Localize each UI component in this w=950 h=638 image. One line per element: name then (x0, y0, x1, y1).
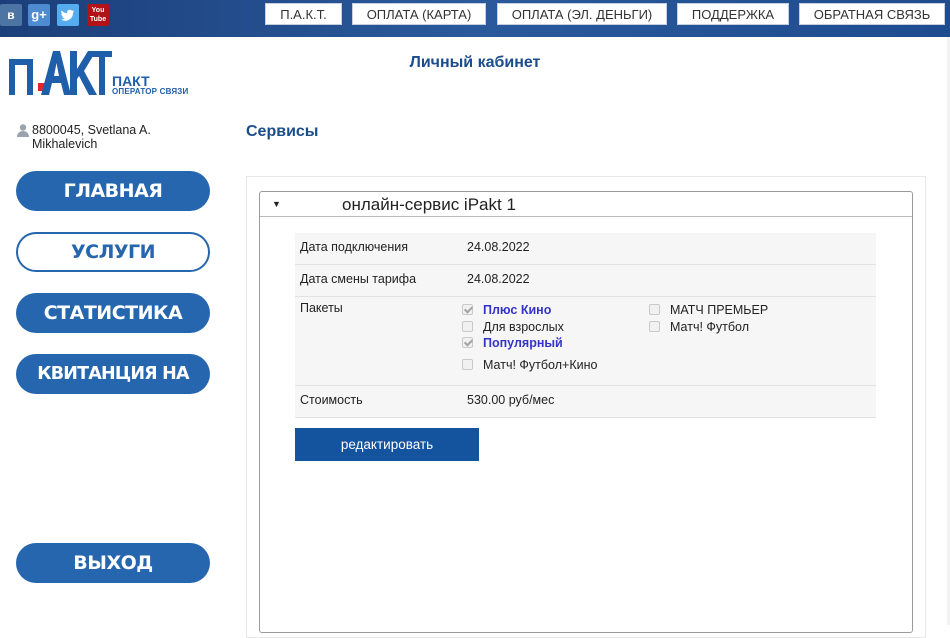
package-item[interactable]: Для взрослых (462, 320, 564, 334)
package-label: Плюс Кино (483, 303, 552, 317)
user-info: 8800045, Svetlana A. Mikhalevich (16, 123, 216, 151)
table-row: Дата подключения 24.08.2022 (295, 233, 876, 265)
user-icon (16, 123, 30, 137)
cost-label: Стоимость (295, 385, 467, 418)
services-title: Сервисы (246, 123, 319, 140)
packages-label: Пакеты (295, 296, 467, 386)
tariff-date-value: 24.08.2022 (467, 264, 876, 297)
top-bar: в g+ You Tube П.А.К.Т. ОПЛАТА (КАРТА) ОП… (0, 0, 950, 37)
pakt-logo[interactable]: ПАКТ ОПЕРАТОР СВЯЗИ (8, 47, 198, 99)
menu-statistics-button[interactable]: СТАТИСТИКА (16, 293, 210, 333)
menu-logout-button[interactable]: ВЫХОД (16, 543, 210, 583)
checkbox[interactable] (462, 321, 473, 332)
package-item[interactable]: Плюс Кино (462, 303, 551, 317)
page-title: Личный кабинет (409, 54, 541, 71)
checkbox[interactable] (649, 321, 660, 332)
youtube-top-text: You (91, 7, 105, 14)
table-row: Стоимость 530.00 руб/мес (295, 385, 876, 418)
packages-list: Плюс Кино Для взрослых Популярный Матч! … (462, 297, 876, 383)
package-label: Матч! Футбол+Кино (483, 358, 598, 372)
youtube-bottom-text: Tube (89, 16, 107, 23)
menu-home-button[interactable]: ГЛАВНАЯ (16, 171, 210, 211)
package-item[interactable]: Матч! Футбол (649, 320, 749, 334)
twitter-bird-icon (61, 9, 74, 21)
logo-subtitle: ОПЕРАТОР СВЯЗИ (112, 87, 189, 96)
connect-date-value: 24.08.2022 (467, 233, 876, 265)
nav-support[interactable]: ПОДДЕРЖКА (677, 3, 789, 25)
nav-payment-emoney[interactable]: ОПЛАТА (ЭЛ. ДЕНЬГИ) (497, 3, 667, 25)
checkbox[interactable] (462, 337, 473, 348)
triangle-down-icon: ▼ (272, 199, 281, 209)
vk-icon[interactable]: в (0, 4, 22, 26)
connect-date-label: Дата подключения (295, 233, 467, 265)
user-surname: Mikhalevich (32, 137, 98, 151)
accordion-header[interactable]: ▼ онлайн-сервис iPakt 1 (260, 192, 912, 217)
menu-invoice-button[interactable]: КВИТАНЦИЯ НА ОПЛАТУ (16, 354, 210, 424)
package-item[interactable]: МАТЧ ПРЕМЬЕР (649, 303, 768, 317)
service-details-table: Дата подключения 24.08.2022 Дата смены т… (295, 233, 876, 418)
edit-button[interactable]: редактировать (295, 428, 479, 461)
pakt-logo-mark (9, 51, 112, 95)
checkbox[interactable] (462, 304, 473, 315)
youtube-icon[interactable]: You Tube (87, 4, 109, 26)
package-label: Для взрослых (483, 320, 564, 334)
accordion-title: онлайн-сервис iPakt 1 (342, 195, 516, 214)
twitter-icon[interactable] (57, 4, 79, 26)
package-label: МАТЧ ПРЕМЬЕР (670, 303, 769, 317)
table-row: Пакеты Плюс Кино Для взрослых Популярный… (295, 296, 876, 386)
packages-cell: Плюс Кино Для взрослых Популярный Матч! … (462, 296, 876, 386)
package-item[interactable]: Популярный (462, 336, 563, 350)
nav-pakt[interactable]: П.А.К.Т. (265, 3, 342, 25)
package-item[interactable]: Матч! Футбол+Кино (462, 358, 597, 372)
google-plus-icon[interactable]: g+ (28, 4, 50, 26)
cost-value: 530.00 руб/мес (467, 385, 876, 418)
nav-feedback[interactable]: ОБРАТНАЯ СВЯЗЬ (799, 3, 945, 25)
checkbox[interactable] (649, 304, 660, 315)
table-row: Дата смены тарифа 24.08.2022 (295, 264, 876, 297)
package-label: Популярный (483, 336, 563, 350)
package-label: Матч! Футбол (670, 320, 750, 334)
user-id-name: 8800045, Svetlana A. (32, 123, 151, 137)
checkbox[interactable] (462, 359, 473, 370)
tariff-date-label: Дата смены тарифа (295, 264, 467, 297)
nav-payment-card[interactable]: ОПЛАТА (КАРТА) (352, 3, 486, 25)
menu-services-button[interactable]: УСЛУГИ (16, 232, 210, 272)
